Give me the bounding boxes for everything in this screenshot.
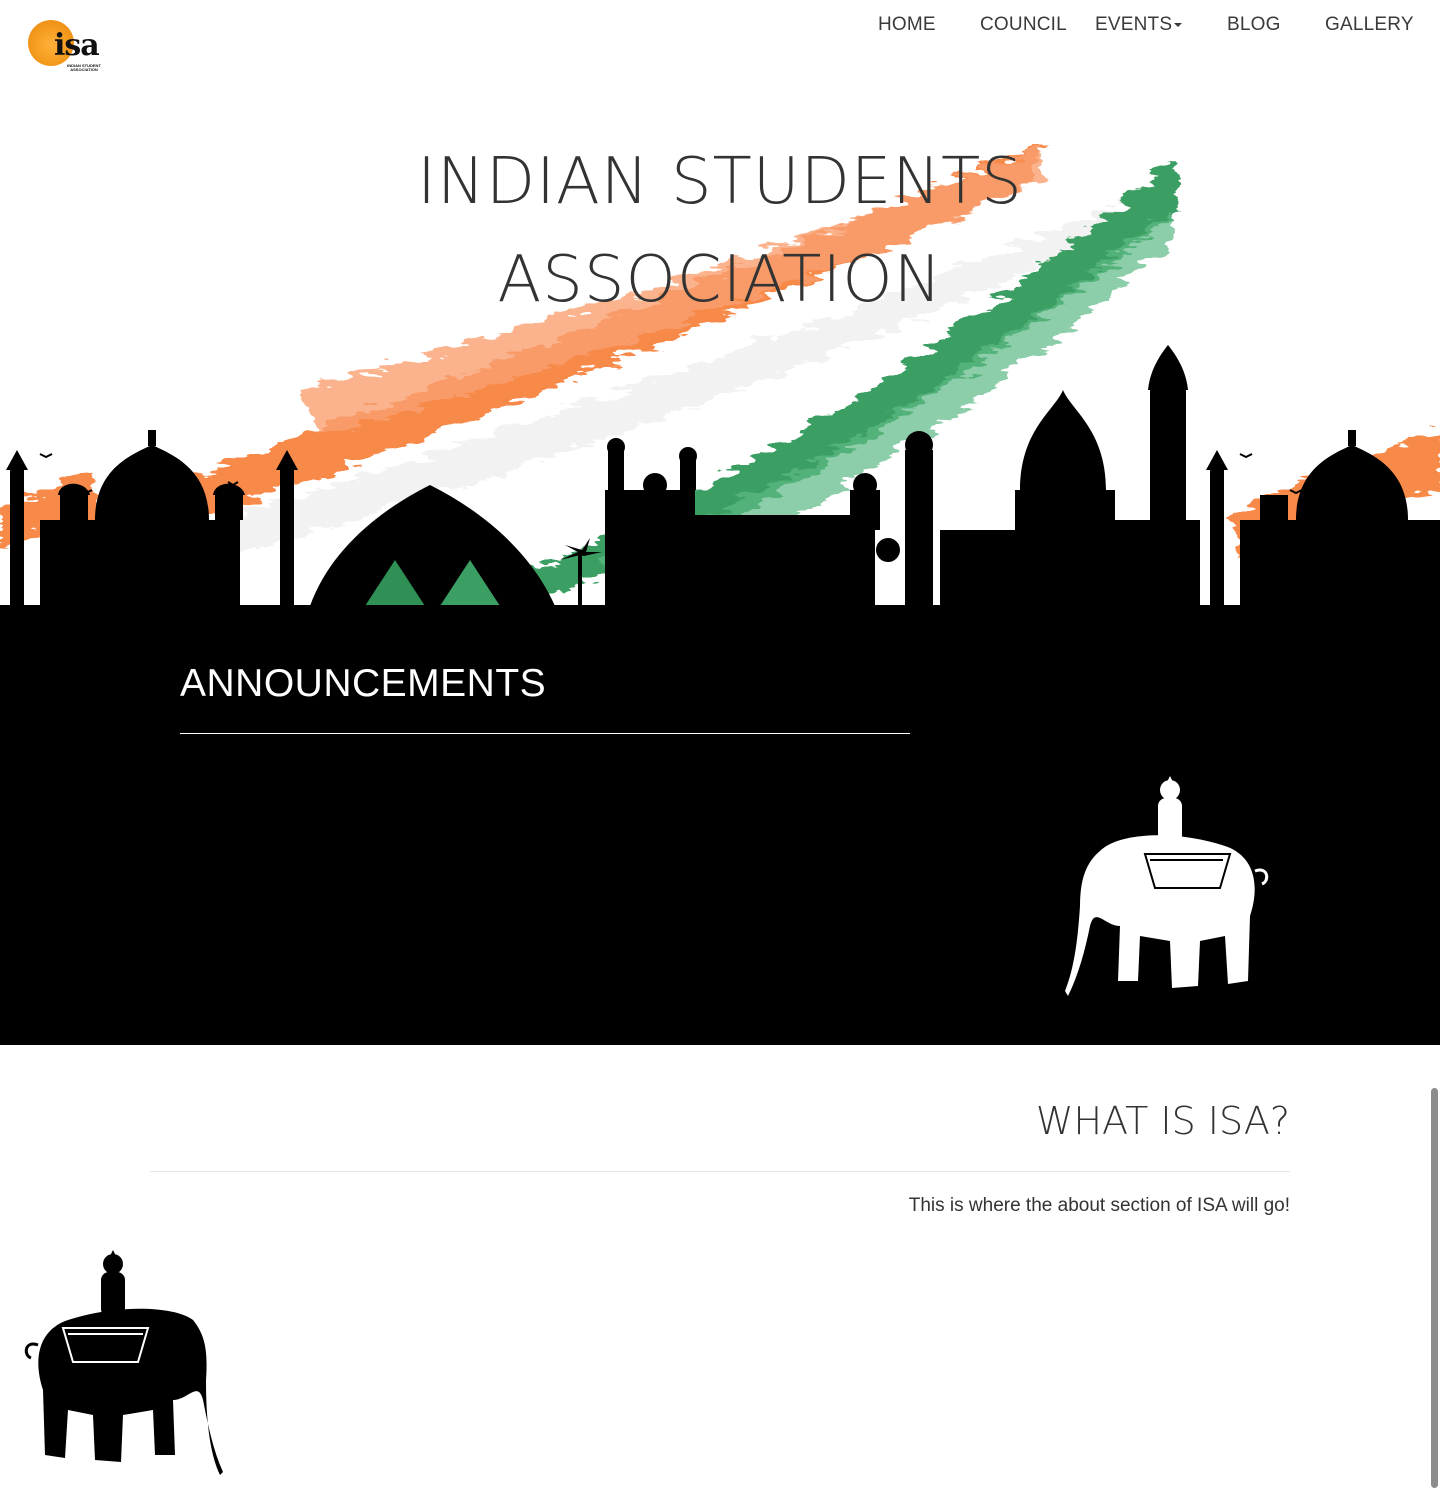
- announcements-title: ANNOUNCEMENTS: [180, 662, 547, 705]
- elephant-rider-black-icon: [24, 1250, 224, 1475]
- navbar: isa INDIAN STUDENT ASSOCIATION HOME COUN…: [0, 0, 1440, 90]
- elephant-rider-white-icon: [1065, 776, 1269, 996]
- about-title: WHAT IS ISA?: [1035, 1099, 1290, 1143]
- announcements-divider: [180, 733, 910, 734]
- hero-banner: INDIAN STUDENTS ASSOCIATION: [0, 90, 1440, 636]
- announcements-section: ANNOUNCEMENTS: [0, 636, 1440, 1045]
- hero-title-line2: ASSOCIATION: [497, 243, 943, 317]
- nav-events-label: EVENTS: [1095, 14, 1173, 35]
- isa-logo[interactable]: isa INDIAN STUDENT ASSOCIATION: [28, 18, 108, 78]
- about-body: This is where the about section of ISA w…: [908, 1195, 1290, 1216]
- logo-text: isa: [54, 28, 100, 63]
- skyline-ground: [0, 605, 1440, 636]
- nav-blog[interactable]: BLOG: [1227, 14, 1281, 36]
- nav-council[interactable]: COUNCIL: [980, 14, 1067, 36]
- hero-title-line1: INDIAN STUDENTS: [417, 145, 1023, 219]
- logo-subtitle: INDIAN STUDENT ASSOCIATION: [67, 63, 101, 72]
- about-divider: [150, 1171, 1290, 1172]
- nav-events[interactable]: EVENTS: [1095, 14, 1183, 36]
- nav-gallery[interactable]: GALLERY: [1325, 14, 1414, 36]
- caret-down-icon: [1174, 22, 1183, 27]
- nav-home[interactable]: HOME: [878, 14, 936, 36]
- page-scrollbar[interactable]: [1431, 1088, 1438, 1488]
